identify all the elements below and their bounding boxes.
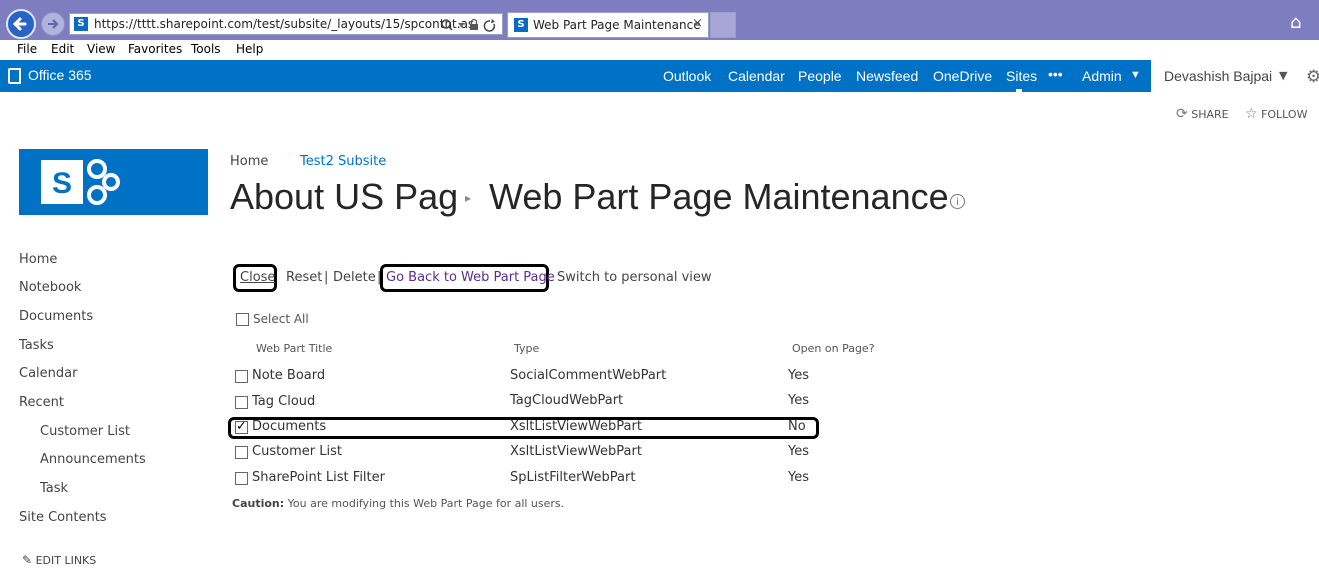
go-back-link[interactable]: Go Back to Web Part Page	[380, 264, 555, 292]
caution-message: Caution: You are modifying this Web Part…	[232, 497, 564, 510]
active-indicator	[1016, 89, 1022, 92]
caution-label: Caution:	[232, 497, 285, 510]
svg-text:S: S	[52, 167, 72, 200]
toolbar-separator: |	[324, 270, 329, 285]
select-all-label: Select All	[253, 312, 309, 326]
share-button[interactable]: ⟳ SHARE	[1176, 106, 1229, 122]
tab-title: Web Part Page Maintenance	[533, 18, 701, 32]
row-title: Tag Cloud	[252, 394, 316, 409]
menu-file[interactable]: File	[17, 42, 37, 56]
star-icon: ☆	[1245, 106, 1258, 122]
tab-favicon-icon: S	[514, 18, 528, 32]
row-title: Customer List	[252, 444, 343, 459]
office-logo-icon	[8, 68, 21, 84]
forward-icon[interactable]	[41, 12, 65, 36]
nav-recent[interactable]: Recent	[19, 395, 64, 410]
row-type: TagCloudWebPart	[510, 393, 624, 408]
header-title: Web Part Title	[256, 342, 333, 355]
nav-documents[interactable]: Documents	[19, 309, 93, 324]
suite-link-onedrive[interactable]: OneDrive	[933, 68, 992, 84]
nav-recent-announcements[interactable]: Announcements	[40, 452, 146, 467]
row-title: Documents	[252, 419, 327, 434]
row-open: Yes	[788, 444, 809, 459]
caution-text: You are modifying this Web Part Page for…	[284, 497, 565, 510]
sharepoint-logo-icon: S	[41, 159, 120, 205]
nav-home[interactable]: Home	[19, 252, 57, 267]
nav-calendar[interactable]: Calendar	[19, 366, 77, 381]
menu-tools[interactable]: Tools	[191, 42, 221, 56]
menu-help[interactable]: Help	[236, 42, 263, 56]
suite-bar: Office 365 Outlook Calendar People Newsf…	[0, 60, 1319, 92]
site-logo[interactable]: S	[19, 149, 208, 215]
page-title-parent[interactable]: About US Pag	[230, 176, 458, 218]
address-url[interactable]: https://tttt.sharepoint.com/test/subsite…	[94, 17, 474, 31]
new-tab-button[interactable]	[710, 12, 736, 38]
home-icon[interactable]: ⌂	[1290, 12, 1301, 33]
menu-edit[interactable]: Edit	[51, 42, 74, 56]
address-tools-icon[interactable]	[440, 17, 502, 33]
breadcrumb-subsite[interactable]: Test2 Subsite	[300, 154, 386, 169]
close-tab-icon[interactable]: ×	[692, 16, 703, 31]
edit-links-button[interactable]: ✎ EDIT LINKS	[22, 553, 96, 567]
row-checkbox[interactable]	[235, 396, 248, 409]
nav-tasks[interactable]: Tasks	[19, 338, 54, 353]
row-open: Yes	[788, 368, 809, 383]
suite-link-newsfeed[interactable]: Newsfeed	[856, 68, 918, 84]
browser-tab[interactable]: S Web Part Page Maintenance ×	[507, 12, 709, 38]
site-favicon-icon: S	[74, 17, 88, 31]
row-checkbox[interactable]	[235, 472, 248, 485]
user-caret-icon[interactable]: ▼	[1279, 69, 1287, 82]
select-all-checkbox[interactable]	[236, 313, 249, 326]
row-type: SocialCommentWebPart	[510, 368, 667, 383]
gear-icon[interactable]: ⚙	[1306, 67, 1319, 87]
row-open: No	[788, 419, 806, 434]
row-type: XsltListViewWebPart	[510, 444, 642, 459]
close-link[interactable]: Close	[233, 264, 277, 292]
row-open: Yes	[788, 470, 809, 485]
office365-brand[interactable]: Office 365	[28, 67, 92, 83]
row-type: SpListFilterWebPart	[510, 470, 636, 485]
follow-button[interactable]: ☆ FOLLOW	[1245, 106, 1307, 122]
suite-link-outlook[interactable]: Outlook	[663, 68, 711, 84]
row-checkbox[interactable]	[235, 370, 248, 383]
menu-bar: File Edit View Favorites Tools Help	[0, 40, 1319, 61]
title-separator-icon: ▸	[465, 191, 472, 205]
nav-site-contents[interactable]: Site Contents	[19, 510, 107, 525]
row-checkbox[interactable]	[235, 446, 248, 459]
suite-link-people[interactable]: People	[798, 68, 842, 84]
switch-view-link[interactable]: Switch to personal view	[557, 270, 712, 285]
address-bar[interactable]: S https://tttt.sharepoint.com/test/subsi…	[69, 13, 503, 35]
row-checkbox[interactable]	[235, 419, 248, 434]
share-icon: ⟳	[1176, 106, 1188, 122]
more-apps-icon[interactable]: •••	[1048, 66, 1063, 82]
user-name[interactable]: Devashish Bajpai	[1164, 68, 1272, 84]
menu-view[interactable]: View	[87, 42, 115, 56]
admin-caret-icon[interactable]: ▼	[1130, 69, 1141, 81]
row-title: Note Board	[252, 368, 326, 383]
page-title: Web Part Page Maintenance	[489, 176, 949, 217]
back-icon[interactable]	[6, 9, 36, 39]
header-open: Open on Page?	[792, 342, 875, 355]
menu-favorites[interactable]: Favorites	[128, 42, 182, 56]
reset-link[interactable]: Reset	[286, 270, 322, 285]
pencil-icon: ✎	[22, 553, 33, 567]
user-menu[interactable]: Devashish Bajpai ▼ ⚙	[1151, 60, 1319, 92]
row-open: Yes	[788, 393, 809, 408]
row-title: SharePoint List Filter	[252, 470, 385, 485]
info-icon[interactable]: i	[950, 194, 965, 209]
row-type: XsltListViewWebPart	[510, 419, 642, 434]
suite-link-calendar[interactable]: Calendar	[728, 68, 785, 84]
nav-recent-customer-list[interactable]: Customer List	[40, 424, 130, 439]
nav-notebook[interactable]: Notebook	[19, 280, 81, 295]
delete-link[interactable]: Delete	[333, 270, 376, 285]
suite-link-admin[interactable]: Admin	[1082, 68, 1122, 84]
suite-link-sites[interactable]: Sites	[1006, 68, 1037, 84]
nav-recent-task[interactable]: Task	[40, 481, 68, 496]
breadcrumb-home[interactable]: Home	[230, 154, 268, 169]
header-type: Type	[514, 342, 540, 355]
